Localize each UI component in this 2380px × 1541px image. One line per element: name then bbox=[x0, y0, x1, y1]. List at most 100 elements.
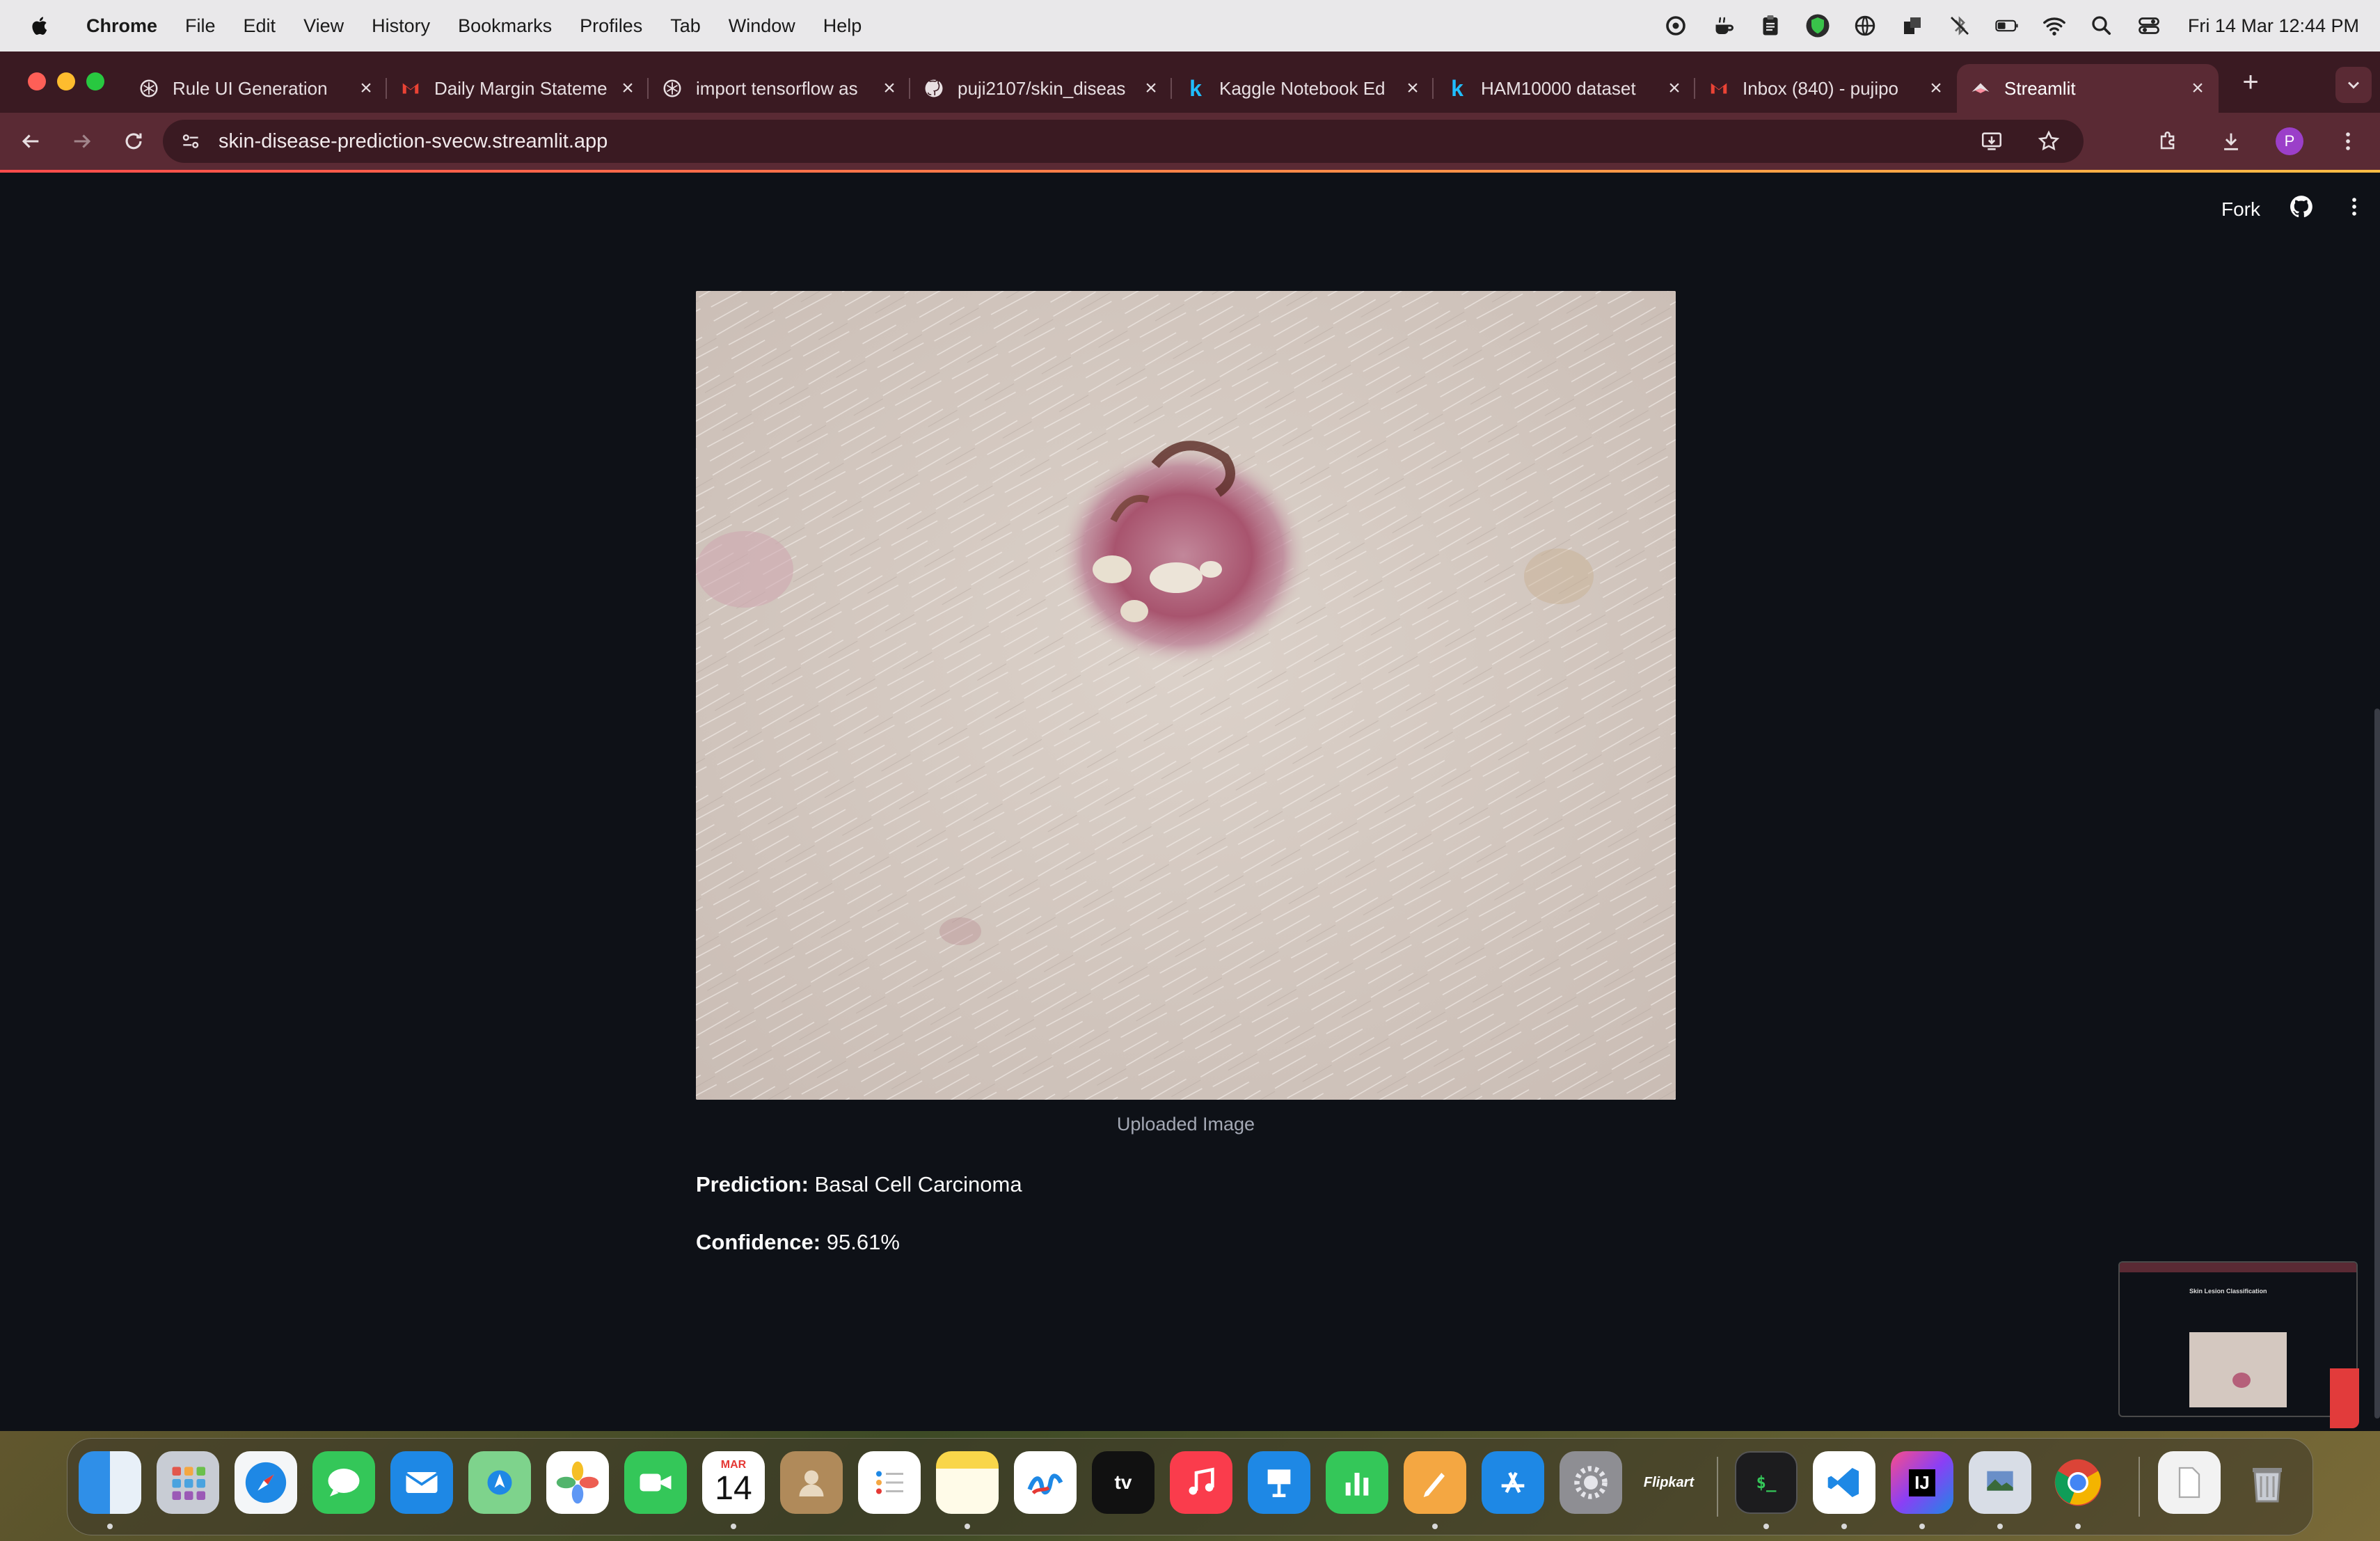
tab-ham10000-dataset[interactable]: k HAM10000 dataset × bbox=[1434, 64, 1695, 113]
tab-streamlit[interactable]: Streamlit × bbox=[1957, 64, 2219, 113]
dock-facetime-icon[interactable] bbox=[624, 1451, 687, 1514]
macos-menu-bar: Chrome File Edit View History Bookmarks … bbox=[0, 0, 2380, 52]
tab-search-chevron-down-icon[interactable] bbox=[2335, 67, 2372, 103]
close-tab-icon[interactable]: × bbox=[1140, 77, 1162, 100]
reload-icon[interactable] bbox=[116, 123, 152, 159]
java-icon[interactable] bbox=[1709, 12, 1737, 40]
dock-maps-icon[interactable] bbox=[468, 1451, 531, 1514]
streamlit-app-page: Fork Uploaded Image Prediction: Basal Ce… bbox=[0, 173, 2380, 1431]
dock-preview-icon[interactable] bbox=[1969, 1451, 2031, 1514]
close-window-button[interactable] bbox=[28, 72, 46, 90]
menu-profiles[interactable]: Profiles bbox=[580, 15, 642, 37]
skin-lesion-photo bbox=[696, 291, 1676, 1100]
dock-launchpad-icon[interactable] bbox=[157, 1451, 219, 1514]
back-arrow-icon[interactable] bbox=[13, 123, 49, 159]
dock-running-indicator bbox=[1763, 1524, 1769, 1529]
page-scrollbar[interactable] bbox=[2374, 709, 2380, 1418]
dock-music-icon[interactable] bbox=[1170, 1451, 1232, 1514]
install-app-icon[interactable] bbox=[1974, 123, 2010, 159]
menu-edit[interactable]: Edit bbox=[244, 15, 276, 37]
tab-gmail-inbox[interactable]: Inbox (840) - pujipo × bbox=[1695, 64, 1957, 113]
dock-trash-icon[interactable] bbox=[2236, 1451, 2299, 1514]
apple-icon[interactable] bbox=[26, 12, 54, 40]
dock-system-settings-icon[interactable] bbox=[1560, 1451, 1622, 1514]
menu-history[interactable]: History bbox=[372, 15, 430, 37]
dock-intellij-icon[interactable]: IJ bbox=[1891, 1451, 1953, 1514]
tab-daily-margin-statement[interactable]: Daily Margin Stateme × bbox=[387, 64, 649, 113]
dock-running-indicator bbox=[1432, 1524, 1438, 1529]
url-text[interactable]: skin-disease-prediction-svecw.streamlit.… bbox=[219, 130, 608, 153]
close-tab-icon[interactable]: × bbox=[2187, 77, 2209, 100]
battery-icon[interactable] bbox=[1993, 12, 2021, 40]
dock-reminders-icon[interactable] bbox=[858, 1451, 921, 1514]
network-globe-icon[interactable] bbox=[1851, 12, 1879, 40]
menu-tab[interactable]: Tab bbox=[670, 15, 701, 37]
menu-file[interactable]: File bbox=[185, 15, 216, 37]
calendar-day: 14 bbox=[715, 1470, 752, 1507]
fork-button[interactable]: Fork bbox=[2221, 198, 2260, 221]
dock-pages-icon[interactable] bbox=[1404, 1451, 1466, 1514]
dock-numbers-icon[interactable] bbox=[1326, 1451, 1388, 1514]
new-tab-button[interactable]: + bbox=[2230, 61, 2271, 103]
dock-calendar-icon[interactable]: MAR 14 bbox=[702, 1451, 765, 1514]
close-tab-icon[interactable]: × bbox=[1402, 77, 1424, 100]
menu-view[interactable]: View bbox=[303, 15, 344, 37]
dock-flipkart-icon[interactable]: Flipkart bbox=[1637, 1451, 1700, 1514]
github-icon[interactable] bbox=[2288, 193, 2315, 225]
chrome-window: Rule UI Generation × Daily Margin Statem… bbox=[0, 52, 2380, 1431]
tab-github-repo[interactable]: puji2107/skin_diseas × bbox=[910, 64, 1172, 113]
dock-messages-icon[interactable] bbox=[312, 1451, 375, 1514]
forward-arrow-icon[interactable] bbox=[64, 123, 100, 159]
close-tab-icon[interactable]: × bbox=[878, 77, 901, 100]
menubar-clock[interactable]: Fri 14 Mar 12:44 PM bbox=[2188, 15, 2359, 37]
screenshot-thumbnail-preview[interactable]: Skin Lesion Classification bbox=[2118, 1261, 2358, 1417]
image-caption: Uploaded Image bbox=[1116, 1114, 1255, 1135]
extensions-puzzle-icon[interactable] bbox=[2150, 123, 2187, 159]
dock-documents-icon[interactable] bbox=[2158, 1451, 2221, 1514]
menu-window[interactable]: Window bbox=[729, 15, 795, 37]
control-center-icon[interactable] bbox=[2135, 12, 2163, 40]
profile-avatar[interactable]: P bbox=[2276, 127, 2303, 155]
dock-terminal-icon[interactable]: $_ bbox=[1735, 1451, 1798, 1514]
creative-cloud-icon[interactable] bbox=[1662, 12, 1690, 40]
chrome-menu-kebab-icon[interactable] bbox=[2330, 123, 2366, 159]
wifi-icon[interactable] bbox=[2040, 12, 2068, 40]
tab-import-tensorflow[interactable]: import tensorflow as × bbox=[649, 64, 910, 113]
dock-separator bbox=[2139, 1457, 2140, 1517]
dock-chrome-icon[interactable] bbox=[2047, 1451, 2109, 1514]
dock-keynote-icon[interactable] bbox=[1248, 1451, 1310, 1514]
dock-safari-icon[interactable] bbox=[235, 1451, 297, 1514]
tab-title: puji2107/skin_diseas bbox=[958, 77, 1126, 99]
vpn-shield-icon[interactable] bbox=[1804, 12, 1832, 40]
menu-bookmarks[interactable]: Bookmarks bbox=[458, 15, 552, 37]
dock-app-store-icon[interactable] bbox=[1482, 1451, 1544, 1514]
omnibox-actions bbox=[1974, 120, 2067, 163]
menu-help[interactable]: Help bbox=[823, 15, 862, 37]
dock-contacts-icon[interactable] bbox=[780, 1451, 843, 1514]
dock-mail-icon[interactable] bbox=[390, 1451, 453, 1514]
bookmark-star-icon[interactable] bbox=[2031, 123, 2067, 159]
minimize-window-button[interactable] bbox=[57, 72, 75, 90]
close-tab-icon[interactable]: × bbox=[1925, 77, 1947, 100]
site-settings-icon[interactable] bbox=[177, 127, 205, 155]
close-tab-icon[interactable]: × bbox=[1663, 77, 1685, 100]
dock-finder-icon[interactable] bbox=[79, 1451, 141, 1514]
address-bar[interactable]: skin-disease-prediction-svecw.streamlit.… bbox=[163, 120, 2084, 163]
spotlight-search-icon[interactable] bbox=[2088, 12, 2116, 40]
close-tab-icon[interactable]: × bbox=[355, 77, 377, 100]
clipboard-icon[interactable] bbox=[1756, 12, 1784, 40]
dock-tv-icon[interactable]: tv bbox=[1092, 1451, 1155, 1514]
close-tab-icon[interactable]: × bbox=[617, 77, 639, 100]
dock-notes-icon[interactable] bbox=[936, 1451, 999, 1514]
downloads-icon[interactable] bbox=[2213, 123, 2249, 159]
app-icon[interactable] bbox=[1898, 12, 1926, 40]
bluetooth-off-icon[interactable] bbox=[1946, 12, 1974, 40]
tab-rule-ui-generation[interactable]: Rule UI Generation × bbox=[125, 64, 387, 113]
zoom-window-button[interactable] bbox=[86, 72, 104, 90]
dock-photos-icon[interactable] bbox=[546, 1451, 609, 1514]
dock-vscode-icon[interactable] bbox=[1813, 1451, 1875, 1514]
tab-kaggle-notebook[interactable]: k Kaggle Notebook Ed × bbox=[1172, 64, 1434, 113]
streamlit-menu-kebab-icon[interactable] bbox=[2342, 195, 2366, 223]
menu-app-name[interactable]: Chrome bbox=[86, 15, 157, 37]
dock-freeform-icon[interactable] bbox=[1014, 1451, 1077, 1514]
